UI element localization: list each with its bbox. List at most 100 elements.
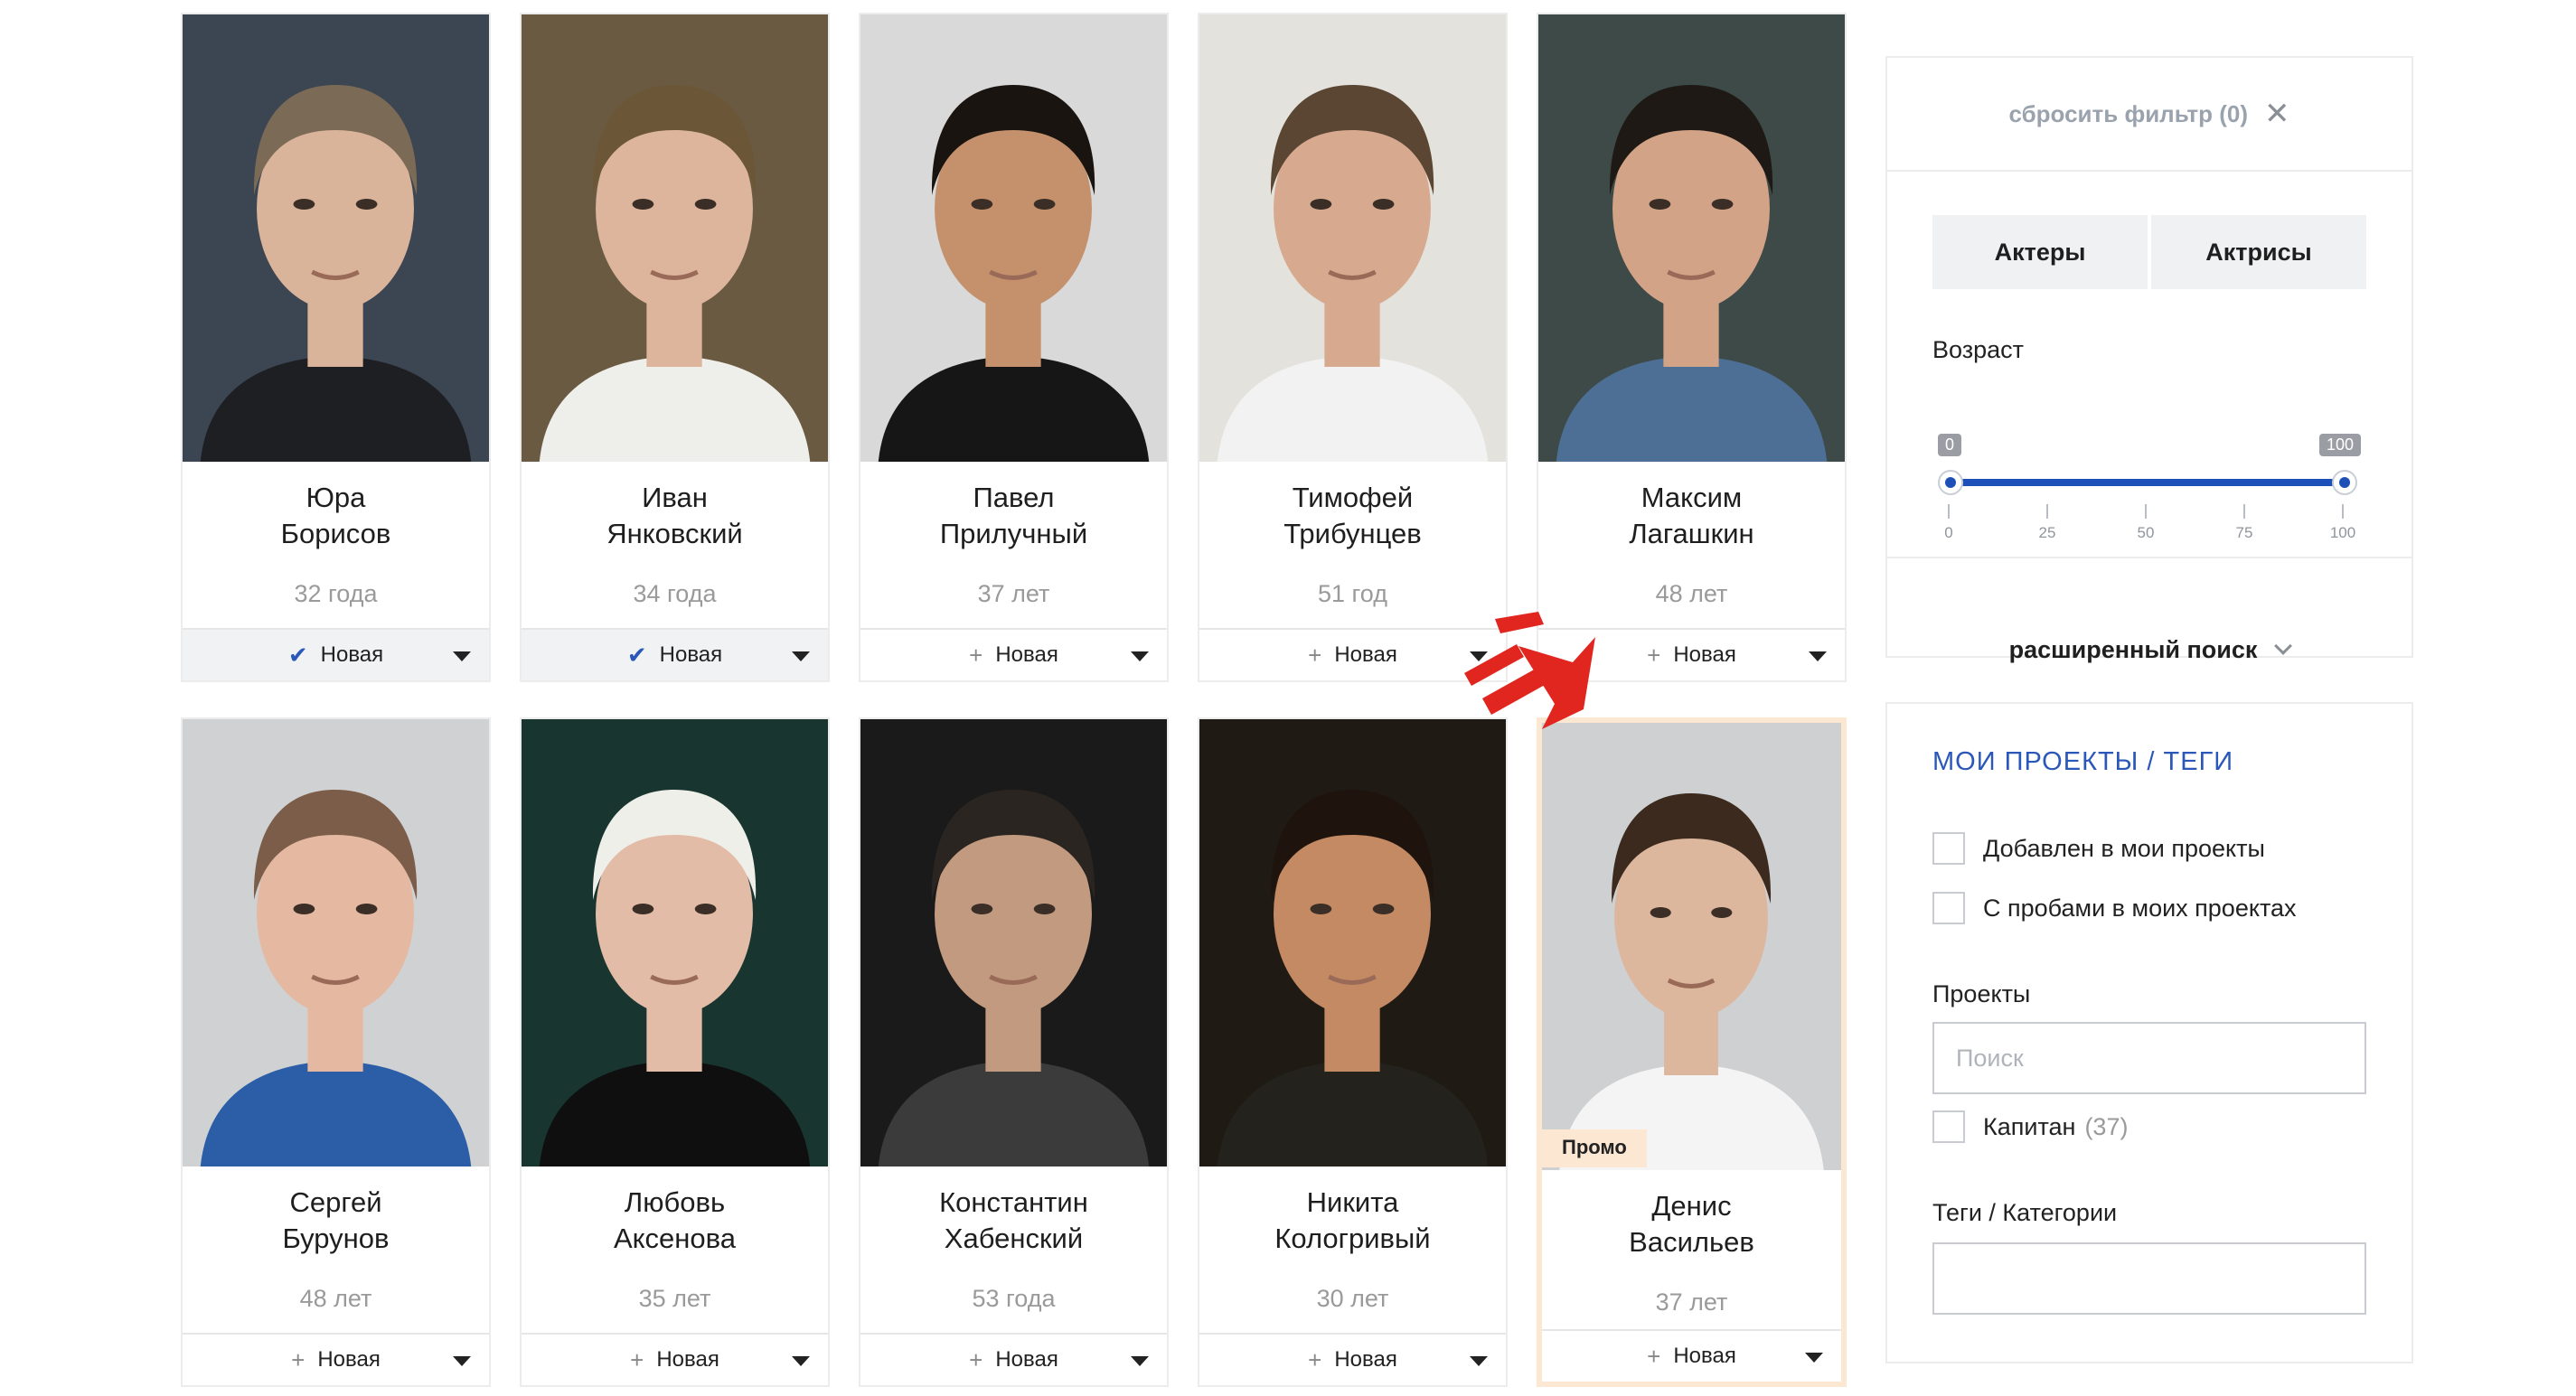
age-max-handle[interactable] bbox=[2332, 470, 2357, 495]
added-to-projects-row[interactable]: Добавлен в мои проекты bbox=[1932, 832, 2265, 865]
gender-toggle: Актеры Актрисы bbox=[1932, 215, 2366, 289]
actor-card[interactable]: Промо Денис Васильев 37 лет + Новая bbox=[1537, 717, 1847, 1387]
caret-down-icon[interactable] bbox=[792, 651, 810, 661]
divider bbox=[1887, 557, 2411, 558]
actor-card[interactable]: Сергей Бурунов 48 лет + Новая bbox=[181, 717, 491, 1387]
actor-card[interactable]: Любовь Аксенова 35 лет + Новая bbox=[520, 717, 830, 1387]
actor-card[interactable]: Иван Янковский 34 года ✔ Новая bbox=[520, 13, 830, 682]
slider-tick bbox=[1948, 504, 1950, 519]
advanced-search-toggle[interactable]: расширенный поиск bbox=[1887, 636, 2411, 664]
chevron-down-icon bbox=[2274, 637, 2293, 655]
add-to-project-button[interactable]: + Новая bbox=[1199, 1333, 1506, 1385]
actor-name[interactable]: Иван Янковский bbox=[522, 480, 828, 552]
project-item-count: (37) bbox=[2084, 1112, 2129, 1140]
actor-name[interactable]: Сергей Бурунов bbox=[183, 1185, 489, 1257]
add-to-project-button[interactable]: + Новая bbox=[860, 628, 1167, 680]
slider-tick-label: 25 bbox=[2038, 524, 2056, 541]
add-to-project-button[interactable]: + Новая bbox=[183, 1333, 489, 1385]
age-range-slider[interactable] bbox=[1947, 479, 2341, 486]
actor-name[interactable]: Любовь Аксенова bbox=[522, 1185, 828, 1257]
add-to-project-button[interactable]: + Новая bbox=[1199, 628, 1506, 680]
promo-badge: Промо bbox=[1542, 1129, 1647, 1167]
add-to-project-button[interactable]: ✔ Новая bbox=[183, 628, 489, 680]
actor-age: 48 лет bbox=[299, 1285, 372, 1312]
actor-name[interactable]: Денис Васильев bbox=[1542, 1188, 1841, 1260]
actor-card[interactable]: Тимофей Трибунцев 51 год + Новая bbox=[1198, 13, 1508, 682]
actor-last-name: Аксенова bbox=[613, 1223, 737, 1254]
slider-tick bbox=[2342, 504, 2344, 519]
caret-down-icon[interactable] bbox=[1131, 1356, 1149, 1366]
added-to-projects-checkbox[interactable] bbox=[1932, 832, 1965, 865]
checkmark-icon: ✔ bbox=[287, 641, 308, 669]
actor-card[interactable]: Максим Лагашкин 48 лет + Новая bbox=[1537, 13, 1847, 682]
actor-photo[interactable] bbox=[1542, 723, 1841, 1170]
actor-photo[interactable] bbox=[860, 14, 1167, 462]
add-to-project-button[interactable]: + Новая bbox=[860, 1333, 1167, 1385]
add-to-project-button[interactable]: + Новая bbox=[522, 1333, 828, 1385]
plus-icon: + bbox=[1647, 641, 1661, 669]
actor-first-name: Никита bbox=[1306, 1186, 1399, 1218]
actor-name[interactable]: Максим Лагашкин bbox=[1538, 480, 1845, 552]
actor-photo[interactable] bbox=[183, 14, 489, 462]
actor-card[interactable]: Юра Борисов 32 года ✔ Новая bbox=[181, 13, 491, 682]
plus-icon: + bbox=[1647, 1342, 1661, 1370]
actor-name[interactable]: Юра Борисов bbox=[183, 480, 489, 552]
with-tests-row[interactable]: С пробами в моих проектах bbox=[1932, 892, 2297, 924]
project-item-row[interactable]: Капитан (37) bbox=[1932, 1110, 2128, 1143]
actor-last-name: Янковский bbox=[606, 518, 743, 549]
actor-name[interactable]: Павел Прилучный bbox=[860, 480, 1167, 552]
project-name-label: Новая bbox=[995, 1347, 1058, 1372]
age-min-handle[interactable] bbox=[1938, 470, 1963, 495]
actor-first-name: Юра bbox=[306, 482, 366, 513]
actor-last-name: Борисов bbox=[280, 518, 391, 549]
actor-card[interactable]: Константин Хабенский 53 года + Новая bbox=[859, 717, 1169, 1387]
actor-name[interactable]: Тимофей Трибунцев bbox=[1199, 480, 1506, 552]
tags-input[interactable] bbox=[1932, 1242, 2366, 1315]
actor-card[interactable]: Павел Прилучный 37 лет + Новая bbox=[859, 13, 1169, 682]
tags-label: Теги / Категории bbox=[1932, 1199, 2118, 1226]
actor-card[interactable]: Никита Кологривый 30 лет + Новая bbox=[1198, 717, 1508, 1387]
project-name-label: Новая bbox=[317, 1347, 381, 1372]
actor-photo[interactable] bbox=[860, 719, 1167, 1166]
actor-photo[interactable] bbox=[1199, 719, 1506, 1166]
slider-tick bbox=[2243, 504, 2245, 519]
caret-down-icon[interactable] bbox=[453, 651, 471, 661]
project-search-input[interactable]: Поиск bbox=[1932, 1022, 2366, 1094]
projects-label: Проекты bbox=[1932, 980, 2031, 1007]
actor-photo[interactable] bbox=[522, 14, 828, 462]
project-item-checkbox[interactable] bbox=[1932, 1110, 1965, 1143]
caret-down-icon[interactable] bbox=[1809, 651, 1827, 661]
actor-last-name: Хабенский bbox=[944, 1223, 1084, 1254]
caret-down-icon[interactable] bbox=[1131, 651, 1149, 661]
tab-actors[interactable]: Актеры bbox=[1932, 215, 2148, 289]
project-name-label: Новая bbox=[320, 642, 384, 667]
add-to-project-button[interactable]: ✔ Новая bbox=[522, 628, 828, 680]
actor-photo[interactable] bbox=[183, 719, 489, 1166]
slider-tick bbox=[2046, 504, 2048, 519]
project-name-label: Новая bbox=[1334, 642, 1397, 667]
project-name-label: Новая bbox=[656, 1347, 719, 1372]
actor-age: 37 лет bbox=[977, 580, 1050, 607]
project-name-label: Новая bbox=[995, 642, 1058, 667]
actor-name[interactable]: Никита Кологривый bbox=[1199, 1185, 1506, 1257]
project-search-placeholder: Поиск bbox=[1956, 1044, 2024, 1072]
actor-photo[interactable] bbox=[522, 719, 828, 1166]
with-tests-checkbox[interactable] bbox=[1932, 892, 1965, 924]
close-icon[interactable]: ✕ bbox=[2264, 96, 2290, 132]
actor-photo[interactable] bbox=[1538, 14, 1845, 462]
actor-last-name: Бурунов bbox=[282, 1223, 390, 1254]
plus-icon: + bbox=[630, 1345, 644, 1373]
checkmark-icon: ✔ bbox=[626, 641, 647, 669]
add-to-project-button[interactable]: + Новая bbox=[1542, 1329, 1841, 1382]
actor-name[interactable]: Константин Хабенский bbox=[860, 1185, 1167, 1257]
project-item-label: Капитан bbox=[1983, 1112, 2076, 1140]
caret-down-icon[interactable] bbox=[1470, 1356, 1488, 1366]
tab-actresses[interactable]: Актрисы bbox=[2151, 215, 2366, 289]
added-to-projects-label: Добавлен в мои проекты bbox=[1983, 834, 2265, 862]
projects-section-title: МОИ ПРОЕКТЫ / ТЕГИ bbox=[1932, 747, 2234, 776]
caret-down-icon[interactable] bbox=[792, 1356, 810, 1366]
caret-down-icon[interactable] bbox=[1805, 1353, 1823, 1363]
caret-down-icon[interactable] bbox=[453, 1356, 471, 1366]
actor-photo[interactable] bbox=[1199, 14, 1506, 462]
reset-filter-button[interactable]: сбросить фильтр (0) ✕ bbox=[1887, 58, 2411, 172]
